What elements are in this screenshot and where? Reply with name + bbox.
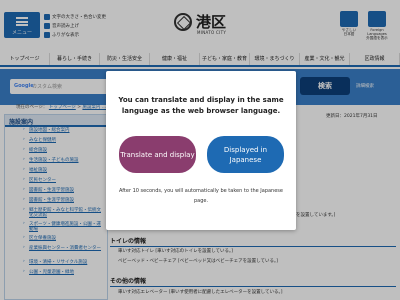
translation-dialog: You can translate and display in the sam… bbox=[106, 71, 296, 230]
translate-button[interactable]: Translate and display bbox=[119, 136, 196, 173]
redirect-note: After 10 seconds, you will automatically… bbox=[119, 188, 283, 204]
dialog-message: You can translate and display in the sam… bbox=[118, 96, 284, 115]
japanese-button[interactable]: Displayed in Japanese bbox=[207, 136, 284, 173]
